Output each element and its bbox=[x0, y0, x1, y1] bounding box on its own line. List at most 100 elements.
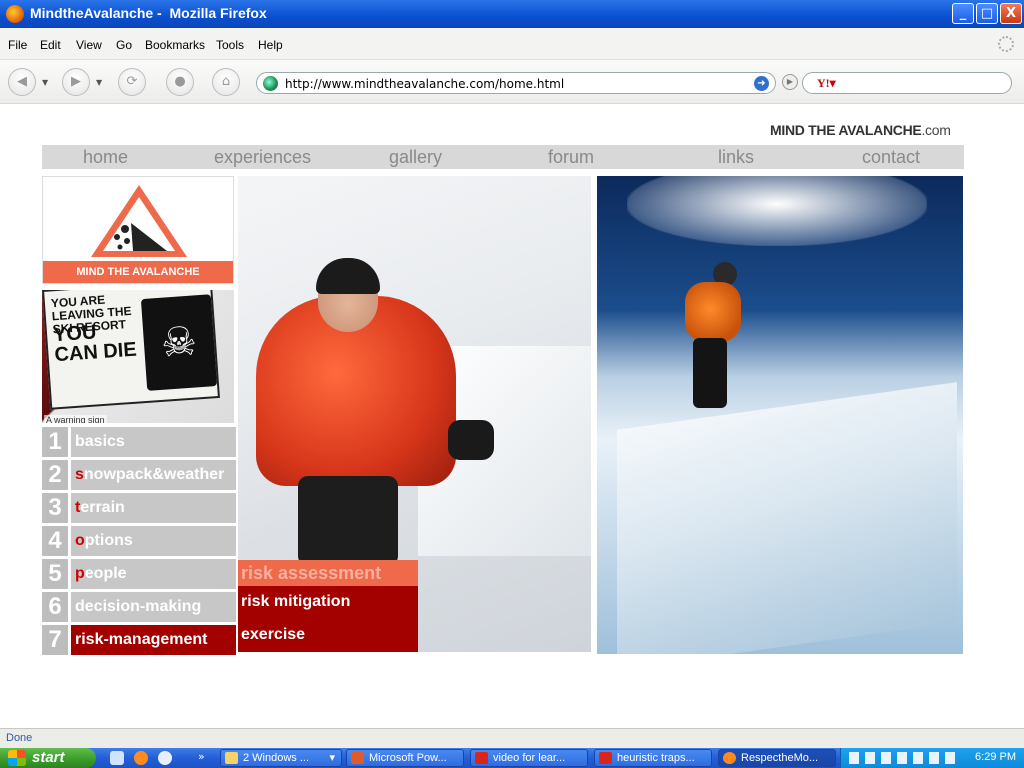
snow-block bbox=[617, 382, 957, 654]
logo-text: MIND THE AVALANCHE bbox=[43, 261, 233, 283]
show-desktop-icon[interactable] bbox=[110, 751, 124, 765]
back-history-caret-icon[interactable]: ▼ bbox=[42, 78, 48, 87]
task-pdf-heuristic[interactable]: heuristic traps... bbox=[594, 749, 712, 767]
forward-button[interactable]: ▶ bbox=[62, 68, 90, 96]
yahoo-search-engine-icon[interactable]: Y!▾ bbox=[817, 76, 836, 91]
minimize-button[interactable]: _ bbox=[952, 3, 974, 24]
quicklaunch-more-icon[interactable]: » bbox=[198, 750, 205, 763]
media-player-icon[interactable] bbox=[158, 751, 172, 765]
pdf-icon bbox=[599, 752, 612, 764]
address-bar[interactable]: http://www.mindtheavalanche.com/home.htm… bbox=[256, 72, 776, 94]
sign-text-you-can-die: YOU CAN DIE bbox=[52, 321, 138, 367]
windows-taskbar: start » 2 Windows ... ▾ Microsoft Pow...… bbox=[0, 748, 1024, 768]
task-pdf-video[interactable]: video for lear... bbox=[470, 749, 588, 767]
menu-bar: File Edit View Go Bookmarks Tools Help bbox=[0, 28, 1024, 60]
lesson-decision-making[interactable]: 6 decision-making bbox=[42, 592, 236, 622]
lesson-label[interactable]: risk-management bbox=[71, 625, 236, 655]
lesson-snowpack-weather[interactable]: 2 snowpack&weather bbox=[42, 460, 236, 490]
lesson-number: 5 bbox=[42, 559, 68, 589]
warning-sign-photo: YOU ARE LEAVING THE SKI RESORT YOU CAN D… bbox=[42, 290, 234, 423]
menu-go[interactable]: Go bbox=[116, 38, 132, 52]
lesson-number: 4 bbox=[42, 526, 68, 556]
nav-home[interactable]: home bbox=[83, 147, 128, 168]
skier-legs bbox=[693, 338, 727, 408]
lesson-number: 6 bbox=[42, 592, 68, 622]
lesson-people[interactable]: 5 people bbox=[42, 559, 236, 589]
reload-button[interactable]: ⟳ bbox=[118, 68, 146, 96]
menu-file[interactable]: File bbox=[8, 38, 27, 52]
system-tray: 6:29 PM bbox=[840, 748, 1024, 768]
windows-flag-icon bbox=[8, 750, 26, 766]
lesson-options[interactable]: 4 options bbox=[42, 526, 236, 556]
start-label: start bbox=[32, 749, 65, 766]
nav-contact[interactable]: contact bbox=[862, 147, 920, 168]
close-button[interactable]: X bbox=[1000, 3, 1022, 24]
status-text: Done bbox=[6, 732, 33, 744]
cloud bbox=[627, 176, 927, 246]
search-go-button[interactable]: ▶ bbox=[782, 74, 798, 90]
lesson-basics[interactable]: 1 basics bbox=[42, 427, 236, 457]
lesson-label[interactable]: terrain bbox=[71, 493, 236, 523]
lesson-label[interactable]: people bbox=[71, 559, 236, 589]
home-button[interactable]: ⌂ bbox=[212, 68, 240, 96]
navigation-toolbar: ◀ ▼ ▶ ▼ ⟳ ● ⌂ http://www.mindtheavalanch… bbox=[0, 60, 1024, 104]
search-box[interactable]: Y!▾ bbox=[802, 72, 1012, 94]
pdf-icon bbox=[475, 752, 488, 764]
nav-gallery[interactable]: gallery bbox=[389, 147, 442, 168]
skier-orange-jacket bbox=[685, 282, 741, 342]
firefox-icon bbox=[6, 5, 24, 23]
site-globe-icon bbox=[263, 76, 278, 91]
site-brand-domain: .com bbox=[921, 122, 951, 138]
lesson-label[interactable]: basics bbox=[71, 427, 236, 457]
menu-bookmarks[interactable]: Bookmarks bbox=[145, 38, 205, 52]
back-button[interactable]: ◀ bbox=[8, 68, 36, 96]
warning-sign-board: YOU ARE LEAVING THE SKI RESORT YOU CAN D… bbox=[42, 290, 220, 410]
lesson-label[interactable]: decision-making bbox=[71, 592, 236, 622]
submenu-risk-mitigation[interactable]: risk mitigation bbox=[238, 586, 418, 618]
site-top-nav: home experiences gallery forum links con… bbox=[42, 145, 964, 169]
sign-caption: A warning sign bbox=[44, 415, 107, 423]
menu-help[interactable]: Help bbox=[258, 38, 283, 52]
nav-links[interactable]: links bbox=[718, 147, 754, 168]
lesson-number: 3 bbox=[42, 493, 68, 523]
start-button[interactable]: start bbox=[0, 748, 96, 768]
site-brand: MIND THE AVALANCHE.com bbox=[770, 122, 951, 138]
lesson-label[interactable]: options bbox=[71, 526, 236, 556]
nav-experiences[interactable]: experiences bbox=[214, 147, 311, 168]
submenu-risk-assessment[interactable]: risk assessment bbox=[238, 560, 418, 586]
window-titlebar[interactable]: MindtheAvalanche - Mozilla Firefox _ □ X bbox=[0, 0, 1024, 28]
maximize-button[interactable]: □ bbox=[976, 3, 998, 24]
powerpoint-icon bbox=[351, 752, 364, 764]
task-windows-explorer[interactable]: 2 Windows ... ▾ bbox=[220, 749, 342, 767]
person-legs bbox=[298, 476, 398, 566]
go-button[interactable]: ➜ bbox=[754, 76, 769, 91]
menu-tools[interactable]: Tools bbox=[216, 38, 244, 52]
menu-edit[interactable]: Edit bbox=[40, 38, 61, 52]
stop-button[interactable]: ● bbox=[166, 68, 194, 96]
firefox-icon bbox=[723, 752, 736, 764]
glove bbox=[448, 420, 494, 460]
lesson-label[interactable]: snowpack&weather bbox=[71, 460, 236, 490]
avalanche-warning-triangle-icon bbox=[91, 185, 187, 257]
lesson-number: 2 bbox=[42, 460, 68, 490]
lesson-risk-management[interactable]: 7 risk-management bbox=[42, 625, 236, 655]
tray-icons[interactable] bbox=[849, 752, 959, 764]
firefox-quicklaunch-icon[interactable] bbox=[134, 751, 148, 765]
lesson-terrain[interactable]: 3 terrain bbox=[42, 493, 236, 523]
menu-view[interactable]: View bbox=[76, 38, 102, 52]
lesson-number: 1 bbox=[42, 427, 68, 457]
task-firefox[interactable]: RespectheMo... bbox=[718, 749, 836, 767]
skull-and-crossbones-icon: ☠ bbox=[140, 294, 218, 391]
skier-snow-block-photo bbox=[597, 176, 963, 654]
task-powerpoint[interactable]: Microsoft Pow... bbox=[346, 749, 464, 767]
group-caret-icon: ▾ bbox=[329, 752, 335, 764]
nav-forum[interactable]: forum bbox=[548, 147, 594, 168]
loading-throbber-icon bbox=[998, 36, 1014, 52]
submenu-exercise[interactable]: exercise bbox=[238, 618, 418, 652]
window-title: MindtheAvalanche - Mozilla Firefox bbox=[30, 5, 267, 21]
folder-icon bbox=[225, 752, 238, 764]
url-text[interactable]: http://www.mindtheavalanche.com/home.htm… bbox=[285, 77, 564, 91]
clock[interactable]: 6:29 PM bbox=[975, 751, 1016, 763]
site-logo[interactable]: MIND THE AVALANCHE bbox=[42, 176, 234, 284]
forward-history-caret-icon[interactable]: ▼ bbox=[96, 78, 102, 87]
